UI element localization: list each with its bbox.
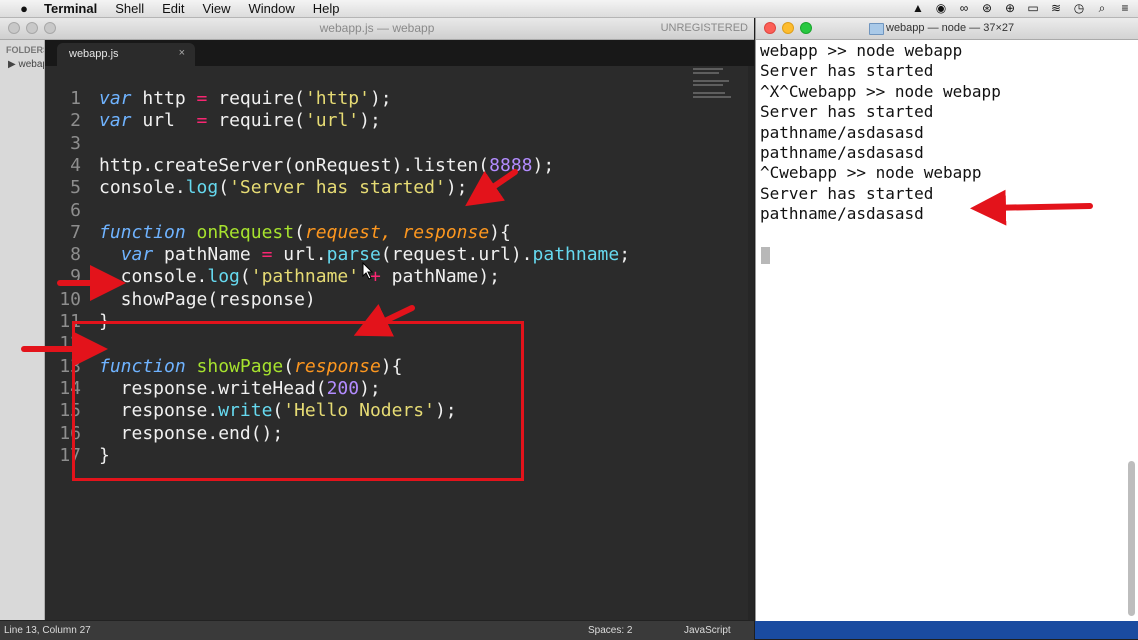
arrow-to-showpage-param — [353, 304, 415, 337]
arrow-to-terminal-output — [970, 189, 1093, 226]
annotation-arrows — [21, 169, 1093, 367]
arrow-to-response-param — [465, 169, 518, 207]
mouse-pointer-icon — [362, 262, 374, 280]
